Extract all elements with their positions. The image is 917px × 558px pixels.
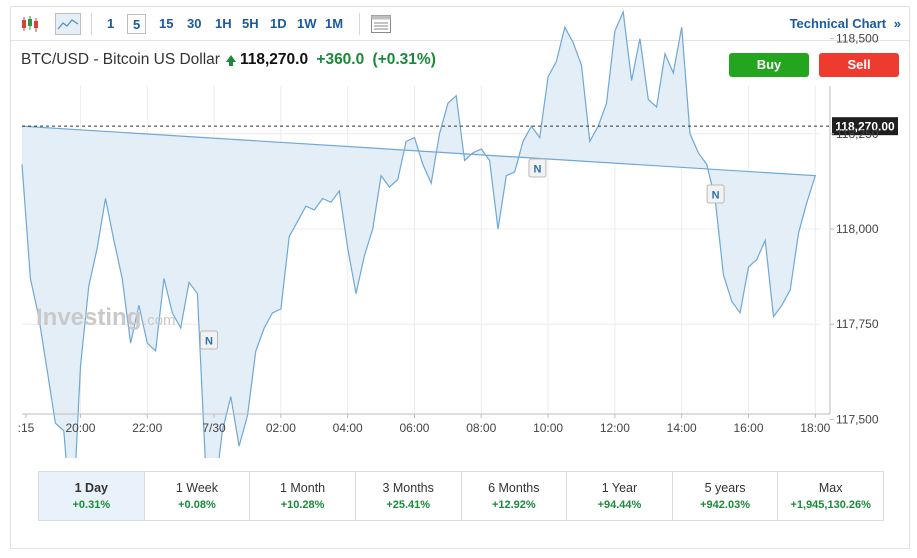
period-change: +12.92%: [491, 499, 536, 511]
period-6-months[interactable]: 6 Months +12.92%: [461, 472, 568, 520]
y-tick-label: 118,500: [836, 32, 879, 46]
x-tick-label: 08:00: [466, 421, 496, 435]
period-1-year[interactable]: 1 Year +94.44%: [567, 472, 673, 520]
news-marker-label: N: [205, 336, 213, 348]
y-tick-label: 117,750: [836, 317, 879, 331]
x-tick-label: :15: [18, 421, 35, 435]
period-change: +942.03%: [700, 499, 750, 511]
y-tick-label: 117,500: [836, 412, 879, 426]
x-tick-label: 02:00: [266, 421, 296, 435]
x-tick-label: 20:00: [65, 421, 95, 435]
x-tick-label: 10:00: [533, 421, 563, 435]
period-label: 1 Month: [279, 481, 326, 495]
period-label: Max: [818, 481, 843, 495]
investing-watermark: Investing: [36, 304, 141, 331]
period-label: 3 Months: [382, 481, 434, 495]
period-change: +1,945,130.26%: [790, 499, 871, 511]
period-label: 1 Day: [74, 481, 108, 495]
period-change: +25.41%: [386, 499, 431, 511]
period-5-years[interactable]: 5 years +942.03%: [672, 472, 779, 520]
x-tick-label: 06:00: [399, 421, 429, 435]
period-change: +10.28%: [280, 499, 325, 511]
x-tick-label: 14:00: [667, 421, 697, 435]
x-tick-label: 7/30: [202, 421, 226, 435]
period-1-week[interactable]: 1 Week +0.08%: [144, 472, 251, 520]
period-1-day[interactable]: 1 Day +0.31%: [39, 472, 145, 520]
period-1-month[interactable]: 1 Month +10.28%: [250, 472, 356, 520]
y-tick-label: 118,250: [836, 127, 879, 141]
x-tick-label: 18:00: [800, 421, 830, 435]
period-selector: 1 Day +0.31% 1 Week +0.08% 1 Month +10.28% …: [38, 471, 884, 521]
investing-watermark-suffix: .com: [143, 312, 176, 329]
price-area: [22, 11, 816, 458]
price-chart[interactable]: Investing .com118,270.00NNN:15 20:00 22:00 7…: [0, 0, 917, 458]
period-label: 1 Week: [175, 481, 219, 495]
period-change: +0.31%: [72, 499, 111, 511]
period-3-months[interactable]: 3 Months +25.41%: [355, 472, 462, 520]
period-change: +94.44%: [597, 499, 642, 511]
period-label: 1 Year: [601, 481, 638, 495]
period-label: 6 Months: [488, 481, 540, 495]
x-tick-label: 16:00: [733, 421, 763, 435]
x-tick-label: 12:00: [600, 421, 630, 435]
y-tick-label: 118,000: [836, 222, 879, 236]
x-tick-label: 22:00: [132, 421, 162, 435]
period-change: +0.08%: [178, 499, 216, 511]
x-tick-label: 04:00: [333, 421, 363, 435]
period-max[interactable]: Max +1,945,130.26%: [778, 472, 883, 520]
period-label: 5 years: [704, 481, 746, 495]
news-marker-label: N: [712, 190, 720, 202]
news-marker-label: N: [533, 164, 541, 176]
